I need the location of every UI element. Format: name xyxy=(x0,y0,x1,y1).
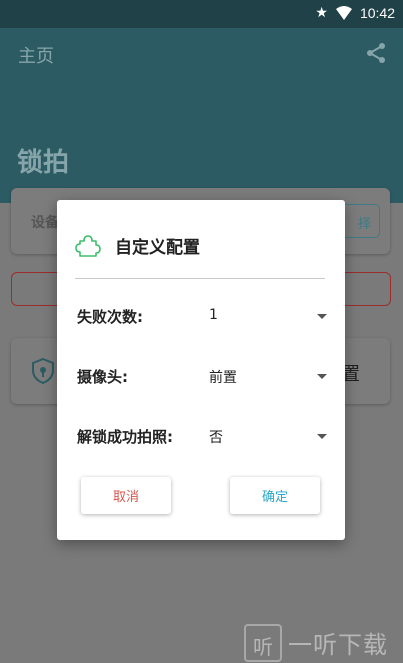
watermark-glyph: 听 xyxy=(253,634,273,659)
puzzle-icon xyxy=(75,235,101,257)
fail-count-row: 失败次数: 1 xyxy=(77,304,327,328)
dialog-header: 自定义配置 xyxy=(75,232,200,258)
unlock-photo-select[interactable]: 否 xyxy=(209,424,327,448)
custom-config-dialog: 自定义配置 失败次数: 1 摄像头: 前置 解锁成功拍照: 否 取消 确定 xyxy=(57,200,345,540)
camera-label: 摄像头: xyxy=(77,368,128,386)
fail-count-value: 1 xyxy=(209,307,218,323)
status-bar: ★ 10:42 xyxy=(0,0,403,28)
watermark-logo: 听 xyxy=(244,623,282,662)
share-icon[interactable] xyxy=(365,42,387,64)
camera-row: 摄像头: 前置 xyxy=(77,364,327,388)
unlock-photo-label: 解锁成功拍照: xyxy=(77,428,173,446)
shield-icon xyxy=(32,358,54,384)
dropdown-arrow-icon xyxy=(317,374,327,379)
dialog-divider xyxy=(75,278,325,279)
unlock-photo-value: 否 xyxy=(209,430,223,446)
dropdown-arrow-icon xyxy=(317,434,327,439)
page-title: 锁拍 xyxy=(17,148,70,178)
camera-value: 前置 xyxy=(209,370,237,386)
camera-select[interactable]: 前置 xyxy=(209,364,327,388)
cancel-button[interactable]: 取消 xyxy=(81,477,171,514)
unlock-photo-row: 解锁成功拍照: 否 xyxy=(77,424,327,448)
device-label: 设备 xyxy=(31,215,59,231)
device-select-label: 择 xyxy=(357,217,371,232)
wifi-icon xyxy=(335,6,352,20)
fail-count-select[interactable]: 1 xyxy=(209,304,327,328)
dropdown-arrow-icon xyxy=(317,314,327,319)
app-bar: 主页 锁拍 xyxy=(0,28,403,203)
status-time: 10:42 xyxy=(359,5,395,21)
star-icon: ★ xyxy=(315,5,328,21)
confirm-button[interactable]: 确定 xyxy=(230,477,320,514)
watermark: 听 一听下载 xyxy=(244,622,403,663)
status-icons: ★ 10:42 xyxy=(315,5,395,21)
fail-count-label: 失败次数: xyxy=(77,308,143,326)
watermark-text: 一听下载 xyxy=(288,631,388,659)
dialog-title: 自定义配置 xyxy=(115,237,200,258)
nav-title[interactable]: 主页 xyxy=(18,42,54,68)
